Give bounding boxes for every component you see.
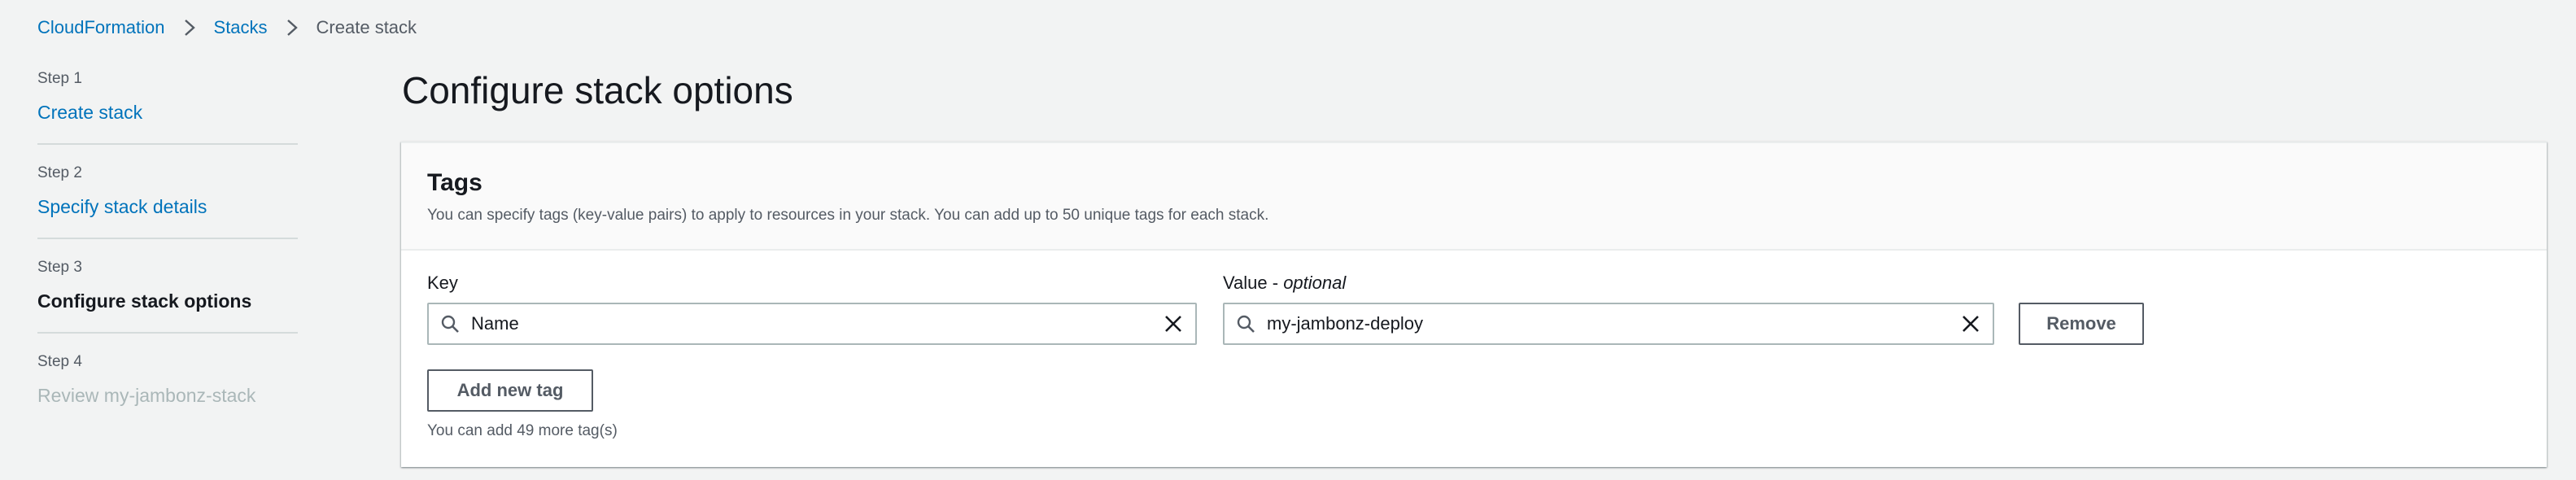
tags-panel-header: Tags You can specify tags (key-value pai… [401,143,2547,251]
breadcrumb-stacks[interactable]: Stacks [214,16,268,39]
chevron-right-icon [282,16,302,39]
tag-key-input[interactable] [471,304,1161,343]
tags-panel-description: You can specify tags (key-value pairs) t… [427,207,1269,224]
wizard-step-1: Step 1 Create stack [37,65,298,145]
value-label-text: Value - [1223,273,1284,293]
wizard-steps: Step 1 Create stack Step 2 Specify stack… [37,65,298,441]
tag-key-field [427,303,1197,345]
search-icon [440,314,460,334]
key-label: Key [427,273,458,293]
breadcrumb-cloudformation[interactable]: CloudFormation [37,16,165,39]
page-title: Configure stack options [402,69,793,111]
wizard-step-4: Step 4 Review my-jambonz-stack [37,348,298,426]
step-number: Step 3 [37,259,82,276]
page-root: CloudFormation Stacks Create stack Step … [0,0,2576,480]
optional-label: optional [1283,273,1347,293]
step-number: Step 4 [37,353,82,370]
tag-value-input[interactable] [1267,304,1958,343]
chevron-right-icon [180,16,199,39]
tag-value-field [1223,303,1994,345]
tags-panel: Tags You can specify tags (key-value pai… [401,142,2547,467]
step-number: Step 1 [37,70,82,87]
step-number: Step 2 [37,164,82,181]
breadcrumb: CloudFormation Stacks Create stack [37,16,417,39]
step-disabled-review: Review my-jambonz-stack [37,385,256,406]
value-label: Value - optional [1223,272,1346,295]
close-icon[interactable] [1161,312,1185,336]
step-link-create-stack[interactable]: Create stack [37,99,298,125]
step-current-configure-stack-options: Configure stack options [37,290,252,312]
remaining-tags-hint: You can add 49 more tag(s) [427,422,618,439]
search-icon [1236,314,1255,334]
tags-panel-title: Tags [427,169,482,196]
close-icon[interactable] [1958,312,1983,336]
breadcrumb-create-stack: Create stack [316,17,417,37]
step-link-specify-stack-details[interactable]: Specify stack details [37,194,298,220]
wizard-step-2: Step 2 Specify stack details [37,159,298,239]
wizard-step-3: Step 3 Configure stack options [37,254,298,334]
remove-tag-button[interactable]: Remove [2019,303,2144,345]
add-new-tag-button[interactable]: Add new tag [427,369,593,412]
